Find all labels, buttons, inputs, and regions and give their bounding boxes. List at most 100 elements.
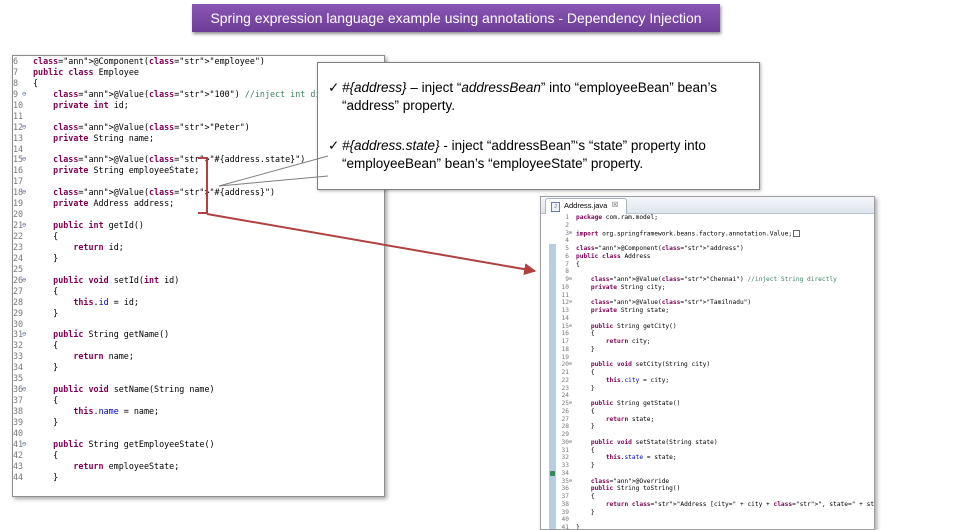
- explanation-callout: ✓ #{address} – inject “addressBean” into…: [317, 62, 760, 190]
- line-number: 22: [561, 376, 569, 384]
- code-text: private String name;: [53, 132, 155, 143]
- code-text: {: [576, 493, 595, 500]
- address-editor-panel[interactable]: J Address.java ☒ 1 package com.ram.model;…: [540, 196, 875, 530]
- line-number: 7: [13, 66, 19, 77]
- line-number: 40: [561, 516, 569, 524]
- fold-toggle-icon[interactable]: ⊖: [569, 478, 572, 486]
- line-number: 16: [561, 330, 569, 338]
- line-number: 26: [561, 407, 569, 415]
- tab-address-java[interactable]: J Address.java ☒: [545, 198, 627, 214]
- line-number: 29: [561, 431, 569, 438]
- code-text: {: [33, 285, 59, 296]
- code-text: {: [576, 330, 595, 338]
- bean-name: addressBean: [461, 80, 541, 95]
- fold-toggle-icon[interactable]: ⊕: [569, 230, 572, 238]
- code-text: public int getId(): [53, 220, 144, 231]
- line-number: 31: [561, 446, 569, 454]
- fold-toggle-icon[interactable]: ⊖: [22, 89, 26, 100]
- code-text: private Address address;: [53, 198, 175, 209]
- fold-toggle-icon[interactable]: ⊖: [569, 299, 572, 307]
- fold-toggle-icon[interactable]: ⊖: [569, 439, 572, 447]
- code-text: private String state;: [590, 307, 670, 314]
- line-number: 36: [561, 485, 569, 493]
- line-number: 14: [13, 143, 24, 154]
- line-number: 33: [561, 462, 569, 469]
- line-number: 13: [13, 132, 24, 143]
- line-number: 11: [561, 291, 569, 299]
- line-number: 1: [565, 214, 569, 221]
- code-text: class="ann">@Value(class="str">"#{addres…: [53, 187, 276, 198]
- fold-toggle-icon[interactable]: ⊖: [22, 220, 26, 231]
- code-text: return name;: [73, 351, 134, 362]
- code-text: }: [576, 462, 595, 469]
- line-number: 26: [13, 274, 24, 285]
- bullet-text: #{address} – inject “addressBean” into “…: [342, 79, 747, 115]
- line-number: 19: [561, 353, 569, 361]
- line-number: 8: [565, 268, 569, 276]
- code-text: import org.springframework.beans.factory…: [576, 229, 801, 238]
- code-text: public String getState(): [590, 400, 681, 407]
- code-text: public void setId(int id): [53, 274, 180, 285]
- line-number: 34: [13, 362, 24, 373]
- line-number: 9: [13, 88, 19, 99]
- line-number: 15: [13, 154, 24, 165]
- line-number: 12: [561, 299, 569, 307]
- fold-toggle-icon[interactable]: ⊖: [22, 329, 26, 340]
- code-text: public String toString(): [590, 485, 681, 493]
- line-number: 41: [561, 524, 569, 530]
- code-text: return state;: [605, 415, 655, 423]
- line-number: 3: [565, 229, 569, 237]
- fold-toggle-icon[interactable]: ⊖: [569, 276, 572, 284]
- code-text: }: [33, 471, 59, 482]
- fold-toggle-icon[interactable]: ⊖: [22, 154, 26, 165]
- line-number: 9: [565, 276, 569, 283]
- fold-toggle-icon[interactable]: ⊖: [22, 122, 26, 133]
- line-number: 42: [13, 449, 24, 460]
- fold-toggle-icon[interactable]: ⊖: [22, 275, 26, 286]
- fold-toggle-icon[interactable]: ⊖: [569, 400, 572, 408]
- code-text: private String employeeState;: [53, 165, 200, 176]
- code-text: {: [33, 395, 59, 406]
- line-number: 41: [13, 438, 24, 449]
- line-number: 38: [13, 406, 24, 416]
- line-number: 25: [13, 263, 24, 274]
- code-text: this.name = name;: [73, 406, 160, 416]
- fold-toggle-icon[interactable]: ⊖: [569, 361, 572, 369]
- line-number: 36: [13, 384, 24, 395]
- line-number: 5: [565, 245, 569, 252]
- code-text: private int id;: [53, 99, 129, 110]
- line-number: 30: [13, 318, 24, 329]
- line-number: 12: [13, 121, 24, 132]
- fold-toggle-icon[interactable]: ⊖: [22, 384, 26, 395]
- code-text: {: [33, 340, 59, 351]
- line-number: 38: [561, 500, 569, 508]
- code-text: {: [576, 369, 595, 376]
- line-number: 44: [13, 471, 24, 482]
- code-text: class="ann">@Component(class="str">"addr…: [576, 245, 744, 252]
- line-number: 10: [561, 283, 569, 291]
- code-text: {: [33, 77, 39, 88]
- code-text: class="ann">@Value(class="str">"#{addres…: [53, 154, 306, 165]
- line-number: 24: [13, 252, 24, 263]
- line-number: 13: [561, 307, 569, 314]
- line-number: 24: [561, 392, 569, 400]
- line-number: 32: [13, 340, 24, 351]
- fold-toggle-icon[interactable]: ⊖: [22, 187, 26, 198]
- line-number: 37: [13, 395, 24, 406]
- line-number: 7: [565, 260, 569, 268]
- line-number: 31: [13, 329, 24, 340]
- line-number: 8: [13, 77, 19, 88]
- code-text: public String getEmployeeState(): [53, 438, 215, 449]
- fold-toggle-icon[interactable]: ⊖: [22, 439, 26, 450]
- code-text: class="ann">@Component(class="str">"empl…: [33, 56, 265, 66]
- close-tab-icon[interactable]: ☒: [612, 199, 618, 213]
- code-text: public void setName(String name): [53, 384, 215, 395]
- line-number: 37: [561, 493, 569, 500]
- code-text: public String getName(): [53, 329, 170, 340]
- check-icon: ✓: [328, 80, 340, 95]
- line-number: 2: [565, 221, 569, 229]
- collapsed-imports-icon[interactable]: [793, 229, 801, 237]
- code-text: package com.ram.model;: [576, 214, 658, 221]
- fold-toggle-icon[interactable]: ⊖: [569, 323, 572, 331]
- line-number: 17: [561, 338, 569, 345]
